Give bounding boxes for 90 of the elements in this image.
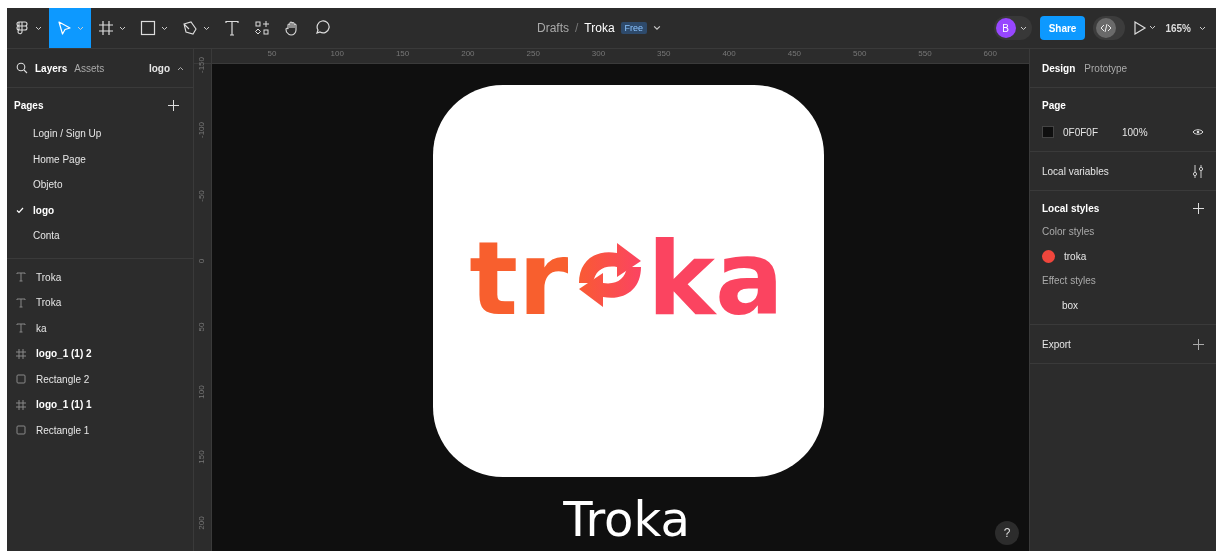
rectangle-layer-icon: [16, 374, 26, 385]
page-item[interactable]: Login / Sign Up: [7, 121, 193, 147]
chevron-up-icon[interactable]: [177, 65, 184, 71]
panel-tab[interactable]: Prototype: [1084, 62, 1128, 74]
help-button[interactable]: ?: [995, 521, 1019, 545]
logo-text: ka: [647, 233, 785, 325]
section-title: Local styles: [1042, 203, 1100, 214]
style-name[interactable]: box: [1062, 299, 1079, 311]
rectangle-layer-icon: [16, 425, 26, 436]
check-icon: [16, 206, 24, 214]
chevron-icon: [35, 25, 42, 31]
avatar-button[interactable]: B: [993, 16, 1032, 40]
plan-badge: Free: [620, 22, 648, 34]
style-name[interactable]: troka: [1064, 250, 1087, 262]
text-layer-icon: [16, 323, 26, 334]
panel-tab[interactable]: Assets: [74, 62, 105, 74]
section-title[interactable]: Export: [1042, 338, 1071, 350]
layer-item[interactable]: ka: [7, 315, 193, 341]
layer-item[interactable]: Troka: [7, 264, 193, 290]
ruler-label: 400: [721, 49, 737, 58]
dev-mode-toggle[interactable]: [1093, 16, 1126, 40]
frame-layer-icon: [16, 399, 26, 410]
layer-item[interactable]: logo_1 (1) 2: [7, 341, 193, 367]
ruler-label: 200: [197, 515, 207, 532]
page-item[interactable]: Home Page: [7, 146, 193, 172]
chevron-icon[interactable]: [653, 25, 662, 31]
ruler-label: 150: [197, 449, 207, 467]
section-title: Page: [1042, 100, 1067, 111]
ruler-label: 200: [460, 49, 476, 58]
page-item[interactable]: Objeto: [7, 172, 193, 198]
page-switcher[interactable]: logo: [148, 62, 170, 74]
components-icon: [254, 20, 270, 36]
search-icon[interactable]: [16, 62, 28, 74]
add-icon[interactable]: [1193, 338, 1204, 350]
ruler-label: 300: [590, 49, 607, 58]
layer-item[interactable]: logo_1 (1) 1: [7, 392, 193, 418]
comment-icon: [314, 20, 330, 36]
section-title[interactable]: Local variables: [1042, 165, 1109, 177]
ruler-label: 150: [394, 49, 411, 58]
rectangle-icon: [140, 20, 156, 36]
opacity-value[interactable]: 100%: [1122, 126, 1148, 138]
chevron-icon: [119, 25, 126, 31]
color-swatch[interactable]: [1042, 126, 1054, 138]
ruler-label: -100: [197, 121, 207, 141]
ruler-label: -150: [197, 56, 207, 75]
hand-icon: [284, 20, 300, 36]
file-name[interactable]: Troka: [584, 21, 615, 35]
text-tool-icon: [224, 20, 240, 36]
frame-layer-icon: [16, 348, 26, 359]
text-layer-icon: [16, 272, 26, 283]
chevron-icon: [1019, 25, 1027, 31]
chevron-icon: [77, 25, 84, 31]
color-value[interactable]: 0F0F0F: [1063, 126, 1113, 138]
ruler-label: 100: [197, 384, 207, 401]
main-menu-icon: [14, 20, 30, 36]
ruler-label: 0: [197, 257, 207, 266]
ruler-label: 50: [197, 321, 207, 334]
layer-item[interactable]: Rectangle 1: [7, 417, 193, 443]
breadcrumb-folder[interactable]: Drafts: [537, 21, 569, 35]
ruler-label: 250: [525, 49, 541, 58]
caption-text: Troka: [563, 491, 690, 547]
chevron-icon[interactable]: [1199, 25, 1206, 31]
ruler-label: 600: [982, 49, 998, 58]
chevron-icon: [161, 25, 168, 31]
ruler-label: 50: [266, 49, 278, 58]
ruler-label: 450: [786, 49, 803, 58]
page-item[interactable]: logo: [7, 197, 193, 223]
breadcrumb-separator: /: [575, 21, 579, 35]
layer-item[interactable]: Troka: [7, 290, 193, 316]
pages-heading: Pages: [14, 100, 44, 111]
panel-tab[interactable]: Layers: [35, 62, 68, 74]
subsection-title: Effect styles: [1042, 275, 1097, 286]
sliders-icon[interactable]: [1192, 164, 1204, 178]
ruler-label: 100: [329, 49, 345, 58]
text-layer-icon: [16, 297, 26, 308]
ruler-label: 500: [852, 49, 868, 58]
chevron-icon: [203, 25, 210, 31]
panel-tab[interactable]: Design: [1042, 62, 1076, 74]
pen-icon: [182, 20, 198, 36]
zoom-level[interactable]: 165%: [1165, 22, 1191, 34]
layer-item[interactable]: Rectangle 2: [7, 366, 193, 392]
play-icon[interactable]: [1133, 21, 1158, 35]
subsection-title: Color styles: [1042, 226, 1096, 237]
page-item[interactable]: Conta: [7, 223, 193, 249]
ruler-label: 550: [917, 49, 933, 58]
eye-icon[interactable]: [1192, 128, 1204, 136]
pointer-icon: [56, 20, 72, 36]
frame-icon: [98, 20, 114, 36]
ruler-label: 350: [656, 49, 672, 58]
logo-text: tr: [469, 233, 570, 325]
